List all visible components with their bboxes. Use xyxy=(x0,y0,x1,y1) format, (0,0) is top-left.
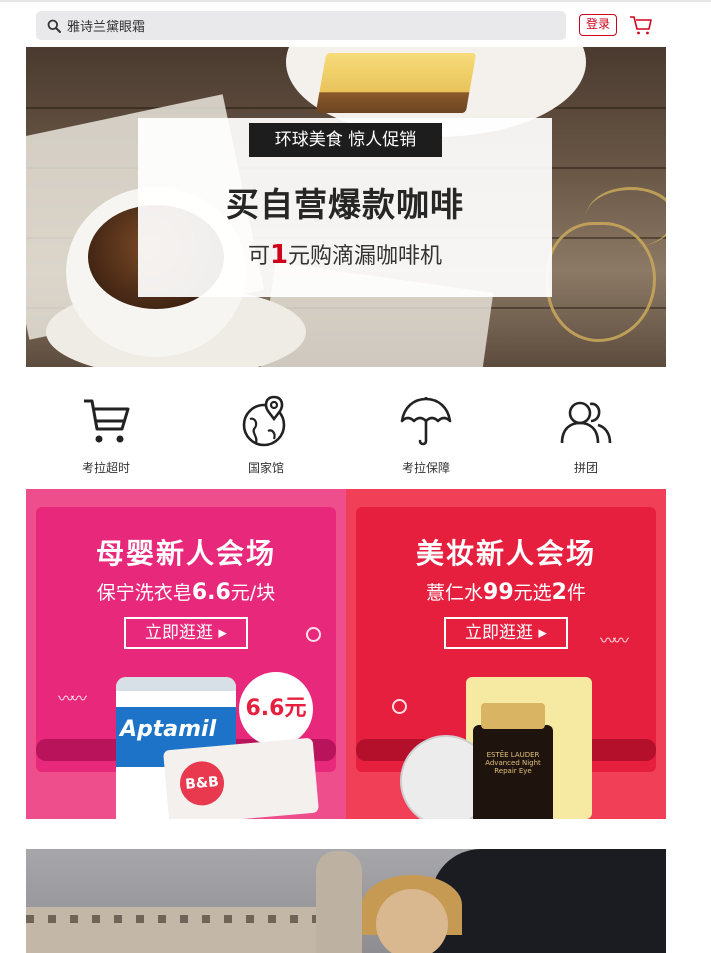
soap-logo: B&B xyxy=(178,759,226,808)
promo-title: 母婴新人会场 xyxy=(95,537,276,570)
hero-banner[interactable]: 环球美食 惊人促销 买自营爆款咖啡 可1元购滴漏咖啡机 xyxy=(26,47,666,367)
search-bar[interactable]: 雅诗兰黛眼霜 xyxy=(36,11,566,40)
glasses-image xyxy=(586,187,666,247)
promo-tile-maternal[interactable]: 母婴新人会场 保宁洗衣皂6.6元/块 立即逛逛 ▸ 〰〰 Aptamil 6.6… xyxy=(26,489,346,819)
price-badge: 6.6元 xyxy=(239,672,313,746)
category-label: 国家馆 xyxy=(247,461,284,475)
zigzag-decoration: 〰〰 xyxy=(600,631,629,650)
bottle-label: ESTĒE LAUDER Advanced Night Repair Eye xyxy=(485,751,541,775)
category-item-group-buy[interactable]: 拼团 xyxy=(526,393,646,479)
promo-sub-suffix: 件 xyxy=(566,582,586,604)
milk-can-lid xyxy=(116,677,236,691)
top-header: 雅诗兰黛眼霜 登录 xyxy=(0,2,711,46)
promo-sub-middle: 元选 xyxy=(513,582,552,604)
category-item-supermarket[interactable]: 考拉超时 xyxy=(46,393,166,479)
serum-bottle-product-image: ESTĒE LAUDER Advanced Night Repair Eye xyxy=(473,703,553,819)
cart-icon[interactable] xyxy=(629,14,653,36)
category-item-country[interactable]: 国家馆 xyxy=(206,393,326,479)
building-windows xyxy=(26,915,356,923)
globe-pin-icon xyxy=(242,395,286,447)
hero-sub-prefix: 可 xyxy=(247,244,270,269)
promo-sub-prefix: 薏仁水 xyxy=(426,582,484,604)
hero-sub-highlight: 1 xyxy=(269,240,289,270)
category-nav: 考拉超时 国家馆 考拉保障 拼团 xyxy=(26,393,666,479)
promo-sub-prefix: 保宁洗衣皂 xyxy=(96,582,192,604)
hero-text-card: 环球美食 惊人促销 买自营爆款咖啡 可1元购滴漏咖啡机 xyxy=(138,118,552,297)
promo-subtitle: 薏仁水99元选2件 xyxy=(346,578,666,605)
hero-tag: 环球美食 惊人促销 xyxy=(249,123,442,157)
search-input[interactable]: 雅诗兰黛眼霜 xyxy=(67,16,145,35)
hero-sub-suffix: 元购滴漏咖啡机 xyxy=(288,244,443,269)
tower-image xyxy=(316,851,362,953)
bottle-cap xyxy=(481,703,545,729)
building-image xyxy=(26,907,356,953)
category-item-guarantee[interactable]: 考拉保障 xyxy=(366,393,486,479)
cheesecake-image xyxy=(315,53,477,113)
bottom-banner[interactable] xyxy=(26,849,666,953)
promo-title: 美妆新人会场 xyxy=(415,537,596,570)
promo-sub-suffix: 元/块 xyxy=(230,582,276,604)
ring-decoration xyxy=(392,699,407,714)
category-label: 拼团 xyxy=(573,461,598,475)
search-icon xyxy=(47,19,61,33)
category-label: 考拉保障 xyxy=(401,461,450,475)
soap-product-image: B&B xyxy=(163,737,319,819)
category-label: 考拉超时 xyxy=(81,461,130,475)
hero-headline: 买自营爆款咖啡 xyxy=(226,185,464,224)
umbrella-icon xyxy=(400,397,452,446)
promo-tile-beauty[interactable]: 美妆新人会场 薏仁水99元选2件 立即逛逛 ▸ 〰〰 ESTĒE LAUDER … xyxy=(346,489,666,819)
model-face-image xyxy=(376,889,448,953)
model-suit-image xyxy=(431,849,666,953)
shop-now-button[interactable]: 立即逛逛 ▸ xyxy=(124,617,248,649)
zigzag-decoration: 〰〰 xyxy=(58,689,87,708)
group-users-icon xyxy=(560,401,612,444)
login-button[interactable]: 登录 xyxy=(579,14,617,36)
hero-subline: 可1元购滴漏咖啡机 xyxy=(138,238,552,270)
shopping-cart-icon xyxy=(84,399,130,443)
milk-brand-text: Aptamil xyxy=(120,717,217,742)
promo-sub-highlight: 6.6 xyxy=(191,580,231,605)
promo-sub-highlight: 99 xyxy=(483,580,514,605)
ring-decoration xyxy=(306,627,321,642)
promo-subtitle: 保宁洗衣皂6.6元/块 xyxy=(26,578,346,605)
shop-now-button[interactable]: 立即逛逛 ▸ xyxy=(444,617,568,649)
promo-sub-highlight-2: 2 xyxy=(551,580,567,605)
